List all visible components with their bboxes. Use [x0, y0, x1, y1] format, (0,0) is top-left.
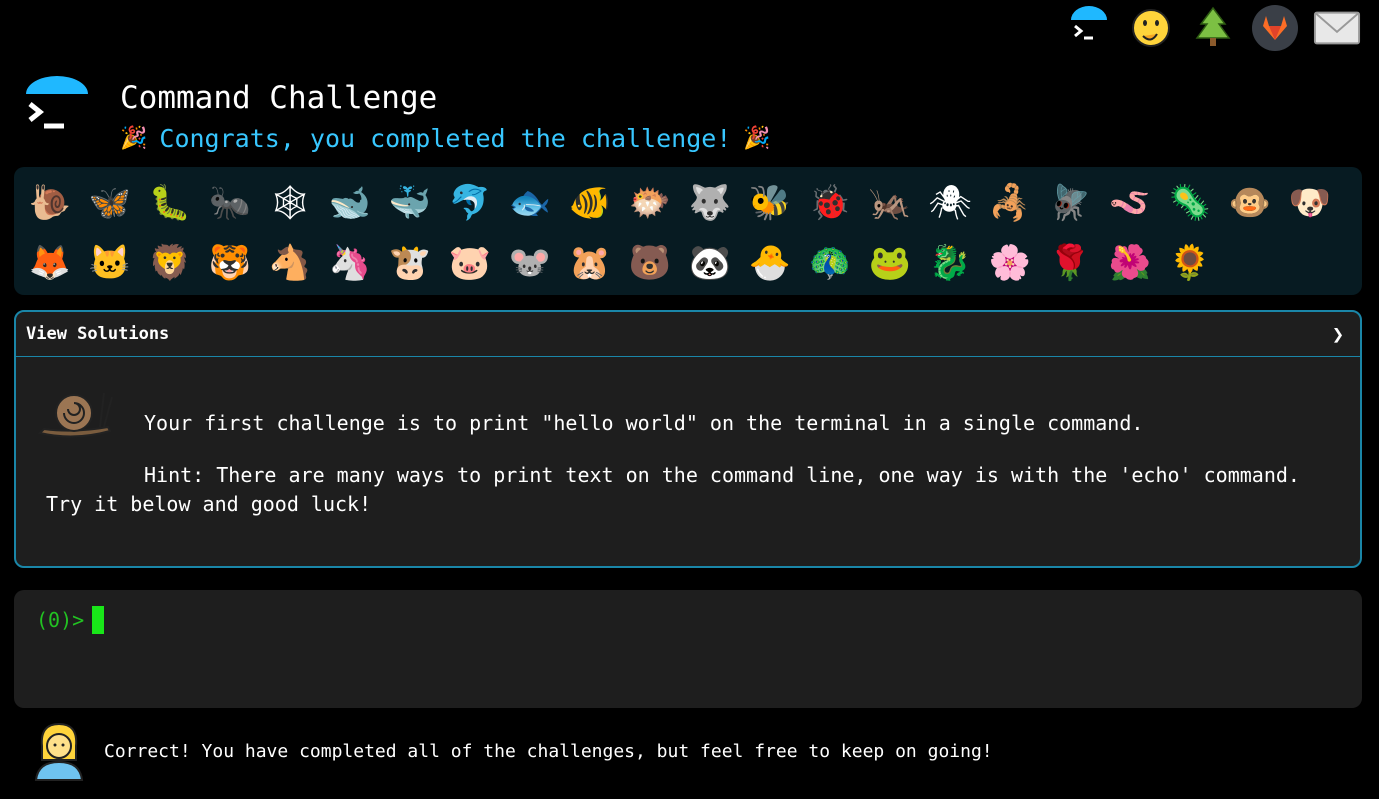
unicorn-icon: 🦄 [328, 243, 372, 283]
christmas-tree-icon[interactable] [1189, 4, 1237, 52]
dog-icon: 🐶 [1288, 183, 1332, 223]
dolphin-icon: 🐬 [448, 183, 492, 223]
mouse-icon: 🐭 [508, 243, 552, 283]
challenge-text: Your first challenge is to print "hello … [144, 411, 1144, 435]
whale-icon: 🐋 [328, 183, 372, 223]
frog-icon: 🐸 [868, 243, 912, 283]
bear-icon: 🐻 [628, 243, 672, 283]
feedback-bar: Correct! You have completed all of the c… [34, 720, 993, 782]
bee-icon: 🐝 [748, 183, 792, 223]
cat-icon: 🐱 [88, 243, 132, 283]
party-popper-icon: 🎉 [120, 126, 148, 151]
envelope-icon[interactable] [1313, 4, 1361, 52]
tropical-fish-icon: 🐠 [568, 183, 612, 223]
header: Command Challenge 🎉 Congrats, you comple… [24, 70, 1124, 166]
hamster-icon: 🐹 [568, 243, 612, 283]
snail-icon: 🐌 [28, 183, 72, 223]
terminal-prompt: (0)> [36, 608, 85, 632]
cow-icon: 🐮 [388, 243, 432, 283]
whale-spouting-icon: 🐳 [388, 183, 432, 223]
sunflower-icon: 🌻 [1168, 243, 1212, 283]
spider-web-icon: 🕸 [268, 183, 312, 223]
wolf-icon: 🐺 [688, 183, 732, 223]
horse-icon: 🐴 [268, 243, 312, 283]
hibiscus-icon: 🌺 [1108, 243, 1152, 283]
view-solutions-label: View Solutions [26, 324, 170, 344]
microbe-icon: 🦠 [1168, 183, 1212, 223]
monkey-icon: 🐵 [1228, 183, 1272, 223]
completion-text: Congrats, you completed the challenge! [159, 124, 732, 153]
butterfly-icon: 🦋 [88, 183, 132, 223]
caterpillar-icon: 🐛 [148, 183, 192, 223]
hatching-chick-icon: 🐣 [748, 243, 792, 283]
view-solutions-toggle[interactable]: View Solutions ❯ [16, 312, 1360, 357]
solutions-panel: View Solutions ❯ Your first challenge is… [14, 310, 1362, 568]
tiger-icon: 🐯 [208, 243, 252, 283]
hint-text: Hint: There are many ways to print text … [46, 463, 1300, 516]
feedback-message: Correct! You have completed all of the c… [104, 740, 993, 762]
cricket-icon: 🦗 [868, 183, 912, 223]
badge-grid: 🐌 🦋 🐛 🐜 🕸 🐋 🐳 🐬 🐟 🐠 🐡 🐺 🐝 🐞 🦗 🕷 🦂 🪰 🪱 🦠 🐵 🐶 🦊 🐱 🦁 🐯 🐴 🦄 🐮 🐷 🐭 🐹 🐻 🐼 🐣 🦚 🐸 🐉 🌸 🌹… [14, 167, 1362, 295]
terminal-logo-icon [26, 76, 88, 129]
lion-icon: 🦁 [148, 243, 192, 283]
woman-avatar-icon [34, 722, 84, 781]
worm-icon: 🪱 [1108, 183, 1152, 223]
page-title: Command Challenge [120, 80, 438, 116]
fish-icon: 🐟 [508, 183, 552, 223]
blowfish-icon: 🐡 [628, 183, 672, 223]
terminal-logo-icon[interactable] [1065, 4, 1113, 52]
gitlab-icon[interactable] [1251, 4, 1299, 52]
fox-icon: 🦊 [28, 243, 72, 283]
peacock-icon: 🦚 [808, 243, 852, 283]
dragon-icon: 🐉 [928, 243, 972, 283]
completion-banner: 🎉 Congrats, you completed the challenge!… [120, 124, 771, 153]
snail-icon [38, 392, 113, 438]
spider-icon: 🕷 [928, 183, 972, 223]
terminal[interactable]: (0)> [14, 590, 1362, 708]
lady-beetle-icon: 🐞 [808, 183, 852, 223]
rose-icon: 🌹 [1048, 243, 1092, 283]
panda-icon: 🐼 [688, 243, 732, 283]
fly-icon: 🪰 [1048, 183, 1092, 223]
pig-icon: 🐷 [448, 243, 492, 283]
terminal-cursor[interactable] [92, 606, 105, 634]
face-with-hand-over-mouth-icon[interactable] [1127, 4, 1175, 52]
party-popper-icon: 🎉 [743, 126, 771, 151]
ant-icon: 🐜 [208, 183, 252, 223]
chevron-right-icon[interactable]: ❯ [1332, 322, 1344, 346]
top-nav [1065, 4, 1361, 52]
scorpion-icon: 🦂 [988, 183, 1032, 223]
cherry-blossom-icon: 🌸 [988, 243, 1032, 283]
